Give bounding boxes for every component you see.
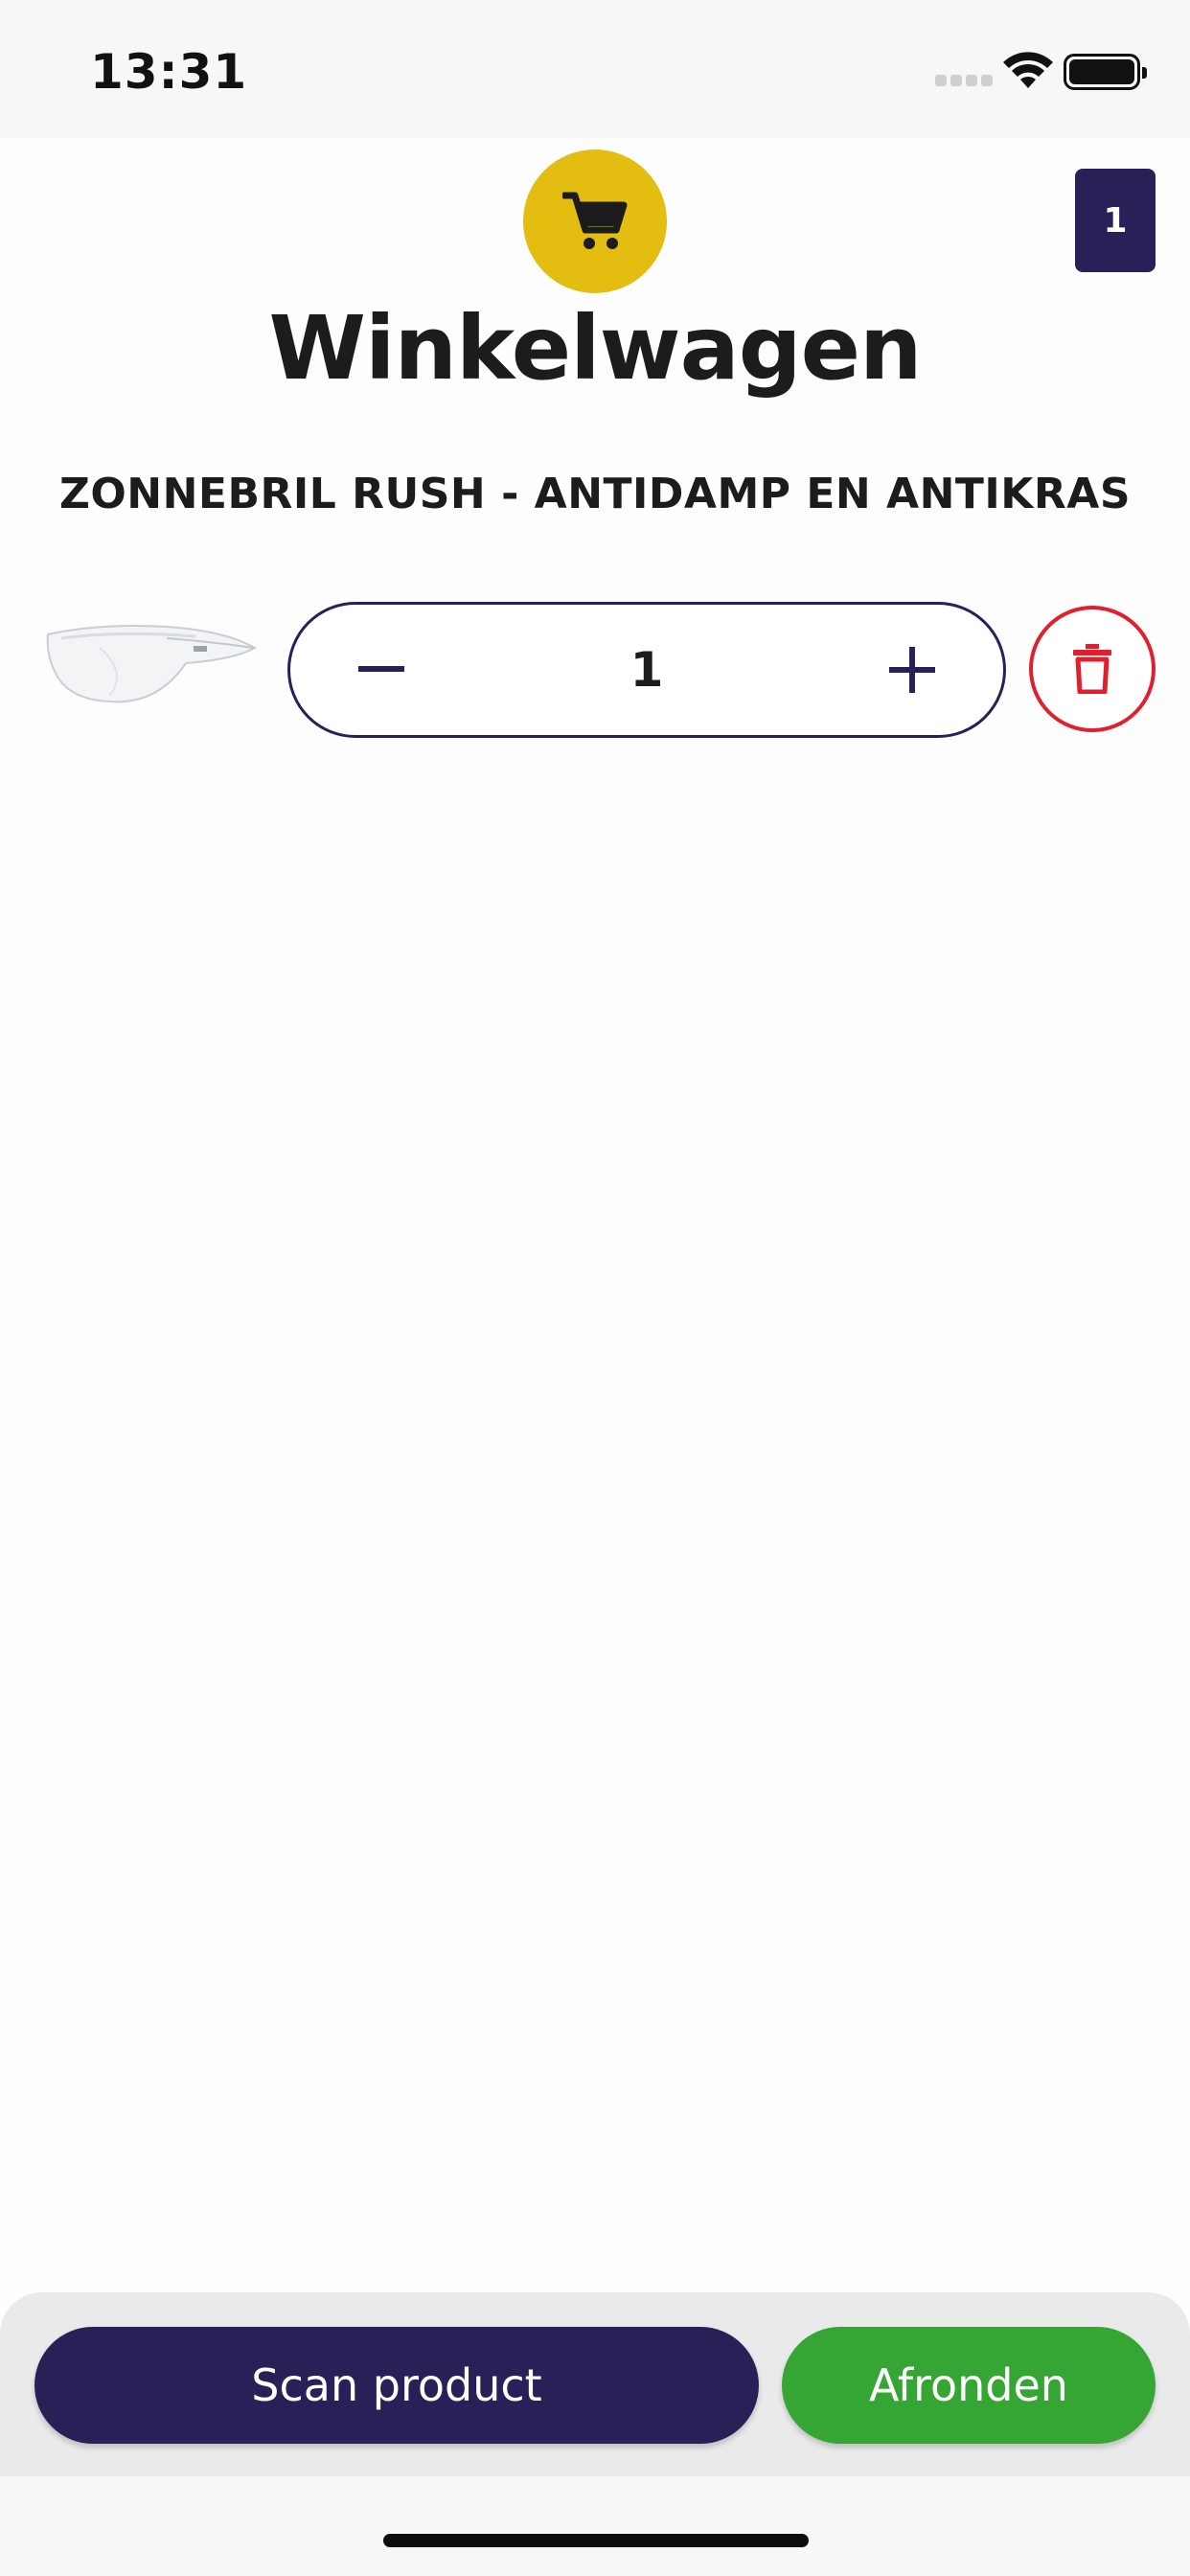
home-indicator[interactable]: [383, 2534, 809, 2547]
product-name: ZONNEBRIL RUSH - ANTIDAMP EN ANTIKRAS: [58, 470, 1132, 518]
home-indicator-area: [0, 2476, 1190, 2576]
cart-count: 1: [1103, 200, 1128, 241]
wifi-icon: [1003, 52, 1053, 88]
delete-item-button[interactable]: [1029, 606, 1156, 732]
cellular-signal-icon: [935, 71, 995, 90]
status-time: 13:31: [90, 44, 248, 100]
trash-icon: [1073, 644, 1111, 694]
decrement-button[interactable]: [314, 605, 448, 735]
quantity-stepper: 1: [287, 602, 1006, 738]
safety-glasses-image: [46, 625, 258, 703]
minus-icon: [358, 666, 404, 672]
page-title: Winkelwagen: [268, 297, 923, 400]
finish-button[interactable]: Afronden: [782, 2327, 1156, 2444]
battery-icon: [1064, 54, 1147, 90]
shopping-cart-icon: [562, 192, 628, 249]
plus-icon: [889, 647, 935, 693]
shopping-cart-badge: [523, 150, 667, 293]
status-bar: 13:31: [0, 0, 1190, 138]
cart-count-badge[interactable]: 1: [1075, 169, 1156, 272]
scan-product-button[interactable]: Scan product: [34, 2327, 759, 2444]
increment-button[interactable]: [845, 605, 979, 735]
